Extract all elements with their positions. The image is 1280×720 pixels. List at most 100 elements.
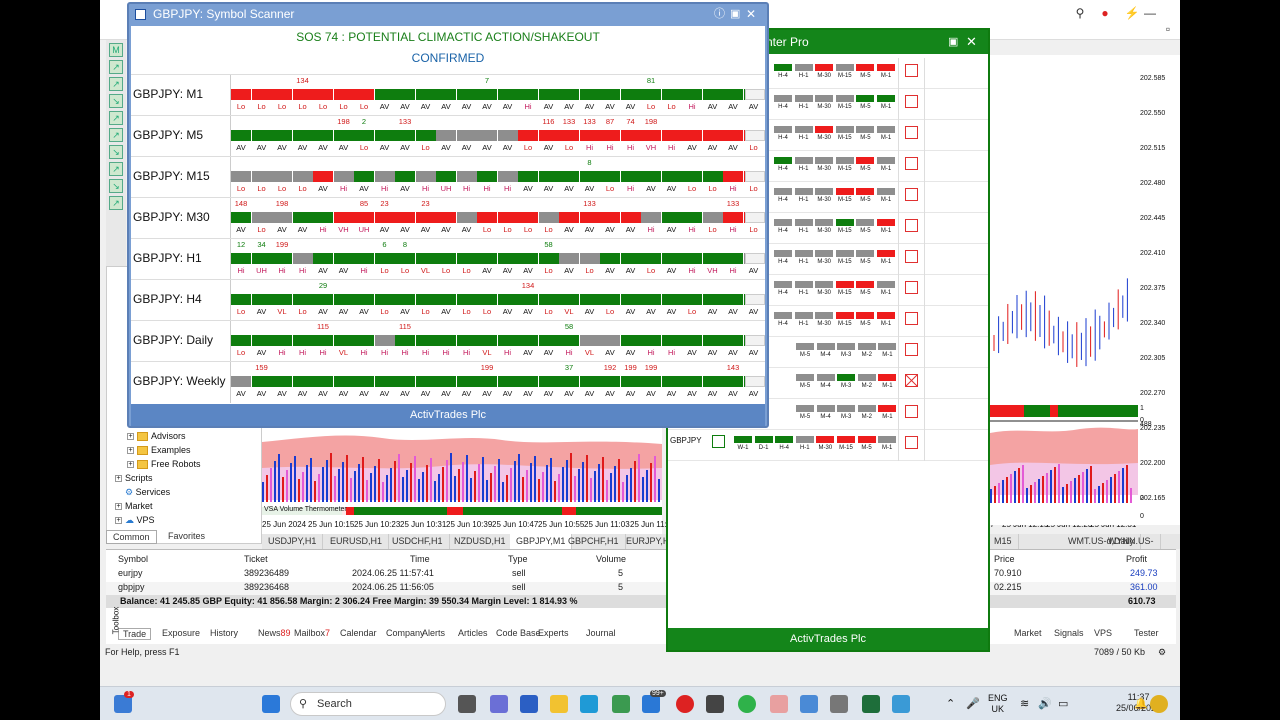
alert-checkbox[interactable] (905, 436, 918, 449)
toolbox-tab[interactable]: Mailbox7 (294, 628, 330, 638)
volume-icon[interactable]: 🔊 (1038, 697, 1052, 710)
alert-checkbox[interactable] (905, 188, 918, 201)
scanner-row[interactable]: GBPJPY: M30 AV Lo AV AV Hi VH UH AV AV AV AV AV Lo Lo L… (131, 197, 765, 239)
settings-icon[interactable]: ⚙ (1158, 644, 1166, 660)
tab-favorites[interactable]: Favorites (162, 530, 211, 544)
toolbar-icon[interactable]: ↗ (109, 162, 123, 176)
windows-start-icon[interactable] (262, 695, 280, 713)
toolbar-icon[interactable]: ↘ (109, 179, 123, 193)
restore-button[interactable]: ▫ (1158, 22, 1178, 36)
taskbar-search[interactable]: ⚲ Search (290, 692, 446, 716)
bell-icon[interactable]: 🔔 (1134, 697, 1148, 710)
col-price[interactable]: Price (994, 554, 1015, 564)
nav-item-services[interactable]: ⚙ Services (125, 487, 170, 498)
whatsapp-icon[interactable] (738, 695, 756, 713)
app-icon[interactable] (770, 695, 788, 713)
notification-icon[interactable]: ● (1095, 6, 1115, 20)
close-icon[interactable]: ✕ (746, 4, 756, 25)
chart-tab[interactable]: USDJPY,H1 (262, 534, 324, 549)
toolbox-right-tab[interactable]: Tester (1134, 628, 1159, 638)
scanner-row[interactable]: GBPJPY: M15 Lo Lo Lo Lo AV Hi AV Hi AV Hi UH Hi Hi Hi A… (131, 156, 765, 198)
scanner-row[interactable]: GBPJPY: Weekly AV AV AV AV AV AV AV AV AV AV AV AV AV… (131, 361, 765, 403)
alert-checkbox[interactable] (905, 281, 918, 294)
alert-checkbox[interactable] (905, 64, 918, 77)
toolbox-tab[interactable]: Trade (118, 628, 152, 640)
col-ticket[interactable]: Ticket (244, 554, 268, 564)
toolbox-tab[interactable]: Calendar (340, 628, 377, 638)
symbol-row[interactable]: GBPJPY W-1 D-1 H-4 H-1 M-30 M-15 M-5 M-1 (668, 430, 988, 461)
restore-icon[interactable]: ▣ (948, 30, 958, 54)
toolbox-right-tab[interactable]: Signals (1054, 628, 1084, 638)
battery-icon[interactable]: ▭ (1058, 697, 1068, 710)
tab-common[interactable]: Common (106, 530, 157, 544)
col-profit[interactable]: Profit (1126, 554, 1147, 564)
opera-icon[interactable] (676, 695, 694, 713)
col-time[interactable]: Time (410, 554, 430, 564)
toolbox-tab[interactable]: Experts (538, 628, 569, 638)
nav-item-free-robots[interactable]: + Free Robots (127, 459, 201, 470)
scanner-titlebar[interactable]: GBPJPY: Symbol Scanner ⓘ ▣ ✕ (129, 4, 767, 26)
symbol-checkbox[interactable] (712, 435, 725, 448)
col-symbol[interactable]: Symbol (118, 554, 148, 564)
chart-tab[interactable]: EURUSD,H1 (324, 534, 390, 549)
download-icon[interactable] (800, 695, 818, 713)
info-icon[interactable]: ⓘ (714, 4, 725, 25)
minimize-button[interactable]: — (1140, 6, 1160, 20)
toolbar-icon[interactable]: ↗ (109, 111, 123, 125)
checkbox-app-icon[interactable] (862, 695, 880, 713)
col-type[interactable]: Type (508, 554, 528, 564)
language-indicator[interactable]: ENG UK (988, 693, 1008, 715)
chart-tab[interactable]: USDCHF,H1 (386, 534, 450, 549)
col-volume[interactable]: Volume (596, 554, 626, 564)
alert-checkbox[interactable] (905, 95, 918, 108)
alert-checkbox[interactable] (905, 219, 918, 232)
nav-item-market[interactable]: + Market (115, 501, 153, 511)
edge-icon[interactable] (580, 695, 598, 713)
alert-checkbox[interactable] (905, 250, 918, 263)
chart-tab[interactable]: NZDUSD,H1 (448, 534, 513, 549)
chart-tab[interactable]: WYNN.US- (1102, 534, 1161, 549)
toolbar-icon[interactable]: ↗ (109, 77, 123, 91)
toolbar-icon[interactable]: ↗ (109, 60, 123, 74)
microphone-icon[interactable]: 🎤 (966, 697, 980, 710)
table-row[interactable]: gbpjpy 389236468 2024.06.25 11:56:05 sel… (106, 582, 1176, 595)
nav-item-scripts[interactable]: + Scripts (115, 473, 153, 483)
chart-tab[interactable]: M15 (988, 534, 1019, 549)
word-icon[interactable] (520, 695, 538, 713)
toolbox-tab[interactable]: Company (386, 628, 425, 638)
alert-checkbox[interactable] (905, 126, 918, 139)
toolbox-right-tab[interactable]: Market (1014, 628, 1042, 638)
copilot-icon[interactable] (1150, 695, 1168, 713)
toolbar-icon[interactable]: ↗ (109, 128, 123, 142)
nav-item-examples[interactable]: + Examples (127, 445, 191, 456)
alert-checkbox[interactable] (905, 312, 918, 325)
search-icon[interactable]: ⚲ (1070, 6, 1090, 20)
task-view-icon[interactable] (458, 695, 476, 713)
close-icon[interactable]: ✕ (966, 30, 977, 54)
toolbox-tab[interactable]: News89 (258, 628, 291, 638)
wifi-icon[interactable]: ≋ (1020, 697, 1029, 710)
toolbar-icon[interactable]: ↘ (109, 145, 123, 159)
file-explorer-icon[interactable] (550, 695, 568, 713)
mail-icon[interactable] (642, 695, 660, 713)
teams-icon[interactable] (490, 695, 508, 713)
chevron-up-icon[interactable]: ⌃ (946, 697, 955, 710)
scanner-row[interactable]: GBPJPY: H4 Lo AV VL Lo AV AV AV Lo AV Lo AV Lo Lo AV AV… (131, 279, 765, 321)
scanner-row[interactable]: GBPJPY: H1 Hi UH Hi Hi AV AV Hi Lo Lo VL Lo Lo AV AV AV… (131, 238, 765, 280)
alert-checkbox[interactable] (905, 374, 918, 387)
toolbar-icon[interactable]: ↗ (109, 196, 123, 210)
scanner-row[interactable]: GBPJPY: M5 AV AV AV AV AV AV Lo AV AV Lo AV AV AV AV Lo… (131, 115, 765, 157)
restore-icon[interactable]: ▣ (730, 4, 740, 25)
alert-checkbox[interactable] (905, 343, 918, 356)
signal-icon[interactable]: ⚡ (1122, 6, 1142, 20)
toolbox-tab[interactable]: Alerts (422, 628, 445, 638)
alert-checkbox[interactable] (905, 405, 918, 418)
toolbox-tab[interactable]: History (210, 628, 238, 638)
store-icon[interactable] (612, 695, 630, 713)
toolbox-tab[interactable]: Code Base (496, 628, 541, 638)
nav-item-vps[interactable]: + ☁ VPS (115, 515, 155, 526)
scanner-row[interactable]: GBPJPY: M1 Lo Lo Lo Lo Lo Lo Lo AV AV AV AV AV AV AV Hi… (131, 74, 765, 116)
alert-checkbox[interactable] (905, 157, 918, 170)
nav-item-advisors[interactable]: + Advisors (127, 431, 186, 442)
app-icon[interactable] (830, 695, 848, 713)
